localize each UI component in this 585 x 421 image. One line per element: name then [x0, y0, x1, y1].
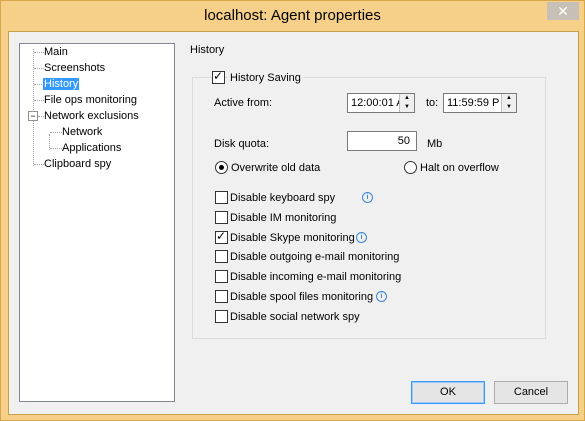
option-checkbox[interactable] — [215, 210, 228, 224]
option-checkbox[interactable] — [215, 270, 228, 284]
tree-item-label: Main — [44, 46, 68, 58]
check-icon: ✓ — [213, 69, 224, 83]
tree-item-label: History — [43, 78, 80, 90]
option-checkbox[interactable]: ✓ — [215, 228, 228, 244]
option-checkbox[interactable] — [215, 191, 228, 204]
close-button[interactable]: ✕ — [547, 2, 579, 20]
ok-button[interactable]: OK — [411, 381, 485, 404]
option-checkbox[interactable] — [215, 309, 228, 323]
close-icon: ✕ — [557, 3, 569, 19]
tree-item-file-ops-monitoring[interactable]: File ops monitoring — [44, 93, 137, 108]
tree-item-label: Applications — [62, 142, 122, 154]
info-icon[interactable]: i — [356, 231, 367, 243]
tree-item-label: Network exclusions — [44, 110, 139, 122]
option-label: Disable Skype monitoring — [230, 231, 355, 244]
radio-dot — [219, 165, 224, 170]
active-from-value: 12:00:01 A — [351, 97, 404, 109]
option-checkbox[interactable] — [215, 290, 228, 303]
tree-connector — [50, 148, 62, 149]
history-saving-checkbox[interactable]: ✓ — [212, 69, 225, 84]
disk-quota-unit: Mb — [427, 138, 443, 150]
tree-item-applications[interactable]: Applications — [62, 141, 121, 156]
active-to-spinner: ▲ ▼ — [501, 94, 516, 112]
active-to-value: 11:59:59 P — [447, 97, 500, 109]
tree-connector — [34, 68, 44, 69]
spin-down-icon[interactable]: ▼ — [502, 103, 516, 112]
option-label: Disable spool files monitoring — [230, 291, 374, 303]
section-title: History — [190, 44, 225, 56]
tree-item-main[interactable]: Main — [44, 45, 68, 60]
option-label: Disable social network spy — [230, 310, 360, 323]
tree-connector — [34, 100, 44, 101]
option-label: Disable IM monitoring — [230, 211, 337, 224]
dialog-window: localhost: Agent properties ✕ − Main Scr… — [0, 0, 585, 421]
tree-item-label: File ops monitoring — [44, 94, 137, 106]
tree-item-history[interactable]: History — [43, 77, 80, 92]
info-icon[interactable]: i — [376, 291, 387, 302]
option-checkbox[interactable] — [215, 250, 228, 264]
active-from-time-picker[interactable]: 12:00:01 A ▲ ▼ — [347, 93, 415, 113]
tree-item-label: Network — [62, 126, 103, 138]
active-from-spinner: ▲ ▼ — [399, 94, 414, 112]
collapse-icon[interactable]: − — [28, 111, 38, 121]
tree-connector — [34, 164, 44, 165]
cancel-button[interactable]: Cancel — [494, 381, 568, 404]
option-label: Disable keyboard spy — [230, 192, 336, 204]
overwrite-radio[interactable] — [215, 161, 228, 174]
option-label: Disable incoming e-mail monitoring — [230, 271, 402, 284]
title-bar[interactable]: localhost: Agent properties ✕ — [1, 1, 584, 32]
settings-tree: − Main Screenshots History File ops moni… — [19, 43, 175, 402]
tree-item-clipboard-spy[interactable]: Clipboard spy — [44, 157, 111, 172]
tree-connector — [50, 132, 62, 133]
overwrite-label: Overwrite old data — [231, 162, 321, 174]
tree-connector — [33, 49, 34, 166]
tree-item-screenshots[interactable]: Screenshots — [44, 61, 105, 76]
window-title: localhost: Agent properties — [204, 7, 381, 24]
active-from-label: Active from: — [214, 97, 273, 109]
disk-quota-input[interactable]: 50 — [347, 131, 417, 151]
halt-label: Halt on overflow — [420, 162, 499, 174]
tree-item-label: Clipboard spy — [44, 158, 112, 170]
history-saving-label: History Saving — [228, 72, 303, 84]
disk-quota-value: 50 — [397, 135, 410, 147]
to-label: to: — [426, 97, 439, 109]
tree-connector — [34, 52, 44, 53]
tree-item-label: Screenshots — [44, 62, 106, 74]
tree-item-network[interactable]: Network — [62, 125, 102, 140]
halt-radio[interactable] — [404, 161, 417, 174]
info-icon[interactable]: i — [362, 192, 373, 203]
spin-down-icon[interactable]: ▼ — [400, 103, 414, 112]
check-icon: ✓ — [216, 228, 227, 243]
option-label: Disable outgoing e-mail monitoring — [230, 251, 400, 264]
tree-item-network-exclusions[interactable]: Network exclusions — [44, 109, 139, 124]
active-to-time-picker[interactable]: 11:59:59 P ▲ ▼ — [443, 93, 517, 113]
dialog-client: − Main Screenshots History File ops moni… — [8, 31, 579, 415]
disk-quota-label: Disk quota: — [214, 138, 270, 150]
